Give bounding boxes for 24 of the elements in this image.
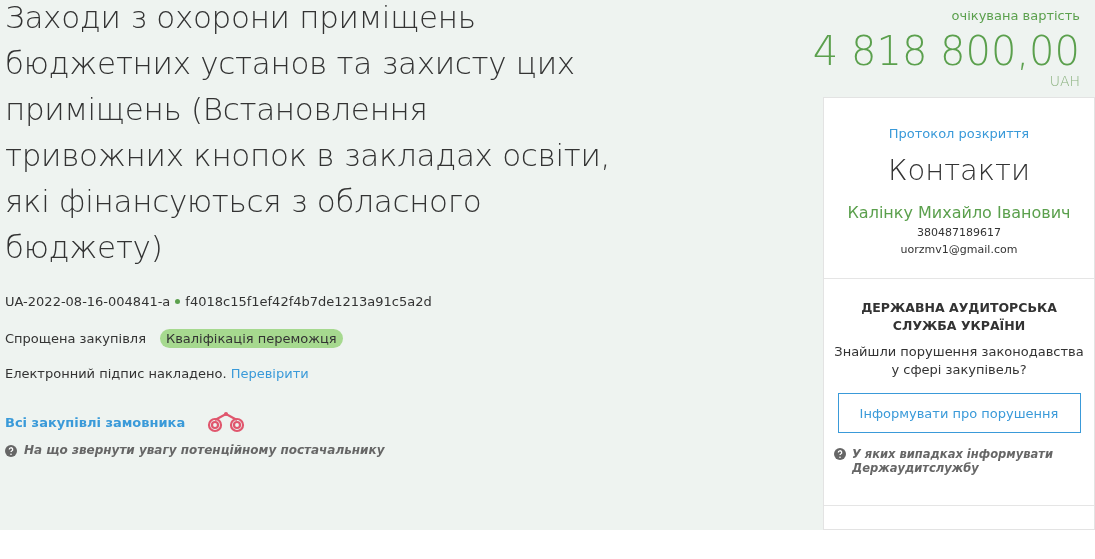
verify-link[interactable]: Перевірити	[230, 366, 309, 381]
help-icon	[5, 444, 17, 457]
protocol-link[interactable]: Протокол розкриття	[888, 126, 1030, 141]
procedure-type: Спрощена закупівля	[5, 331, 146, 346]
help-icon	[834, 448, 846, 460]
separator-dot	[175, 299, 181, 304]
contacts-title: Контакти	[887, 153, 1031, 187]
report-violation-button[interactable]: Інформувати про порушення	[837, 393, 1081, 433]
contact-phone: 380487189617	[917, 226, 1001, 239]
expected-value-label: очікувана вартість	[951, 8, 1080, 23]
tender-id: UA-2022-08-16-004841-a	[5, 294, 171, 309]
status-badge: Кваліфікація переможця	[159, 329, 343, 348]
tender-title: Заходи з охорони приміщень бюджетних установ та захисту цих приміщень (Встановлення тривожних кнопок в закладах освіти, які фінансуються з обласного бюджету)	[5, 0, 611, 267]
signature-text: Електронний підпис накладено.	[5, 366, 227, 381]
currency-label: UAH	[1049, 73, 1080, 89]
supplier-hint-link[interactable]: На що звернути увагу потенційному постачальнику	[24, 443, 385, 457]
audit-hint-link[interactable]: У яких випадках інформувати Держаудитслужбу	[852, 447, 1074, 475]
expected-value-amount: 4 818 800,00	[812, 29, 1080, 73]
contact-name: Калінку Михайло Іванович	[847, 203, 1071, 222]
audit-service-title: ДЕРЖАВНА АУДИТОРСЬКА СЛУЖБА УКРАЇНИ	[860, 299, 1058, 335]
all-purchases-link[interactable]: Всі закупівлі замовника	[5, 414, 186, 430]
contact-email: uorzmv1@gmail.com	[900, 243, 1018, 256]
audit-question: Знайшли порушення законодавства у сфері закупівель?	[833, 343, 1085, 379]
tender-hash: f4018c15f1ef42f4b7de1213a91c5a2d	[185, 294, 432, 309]
